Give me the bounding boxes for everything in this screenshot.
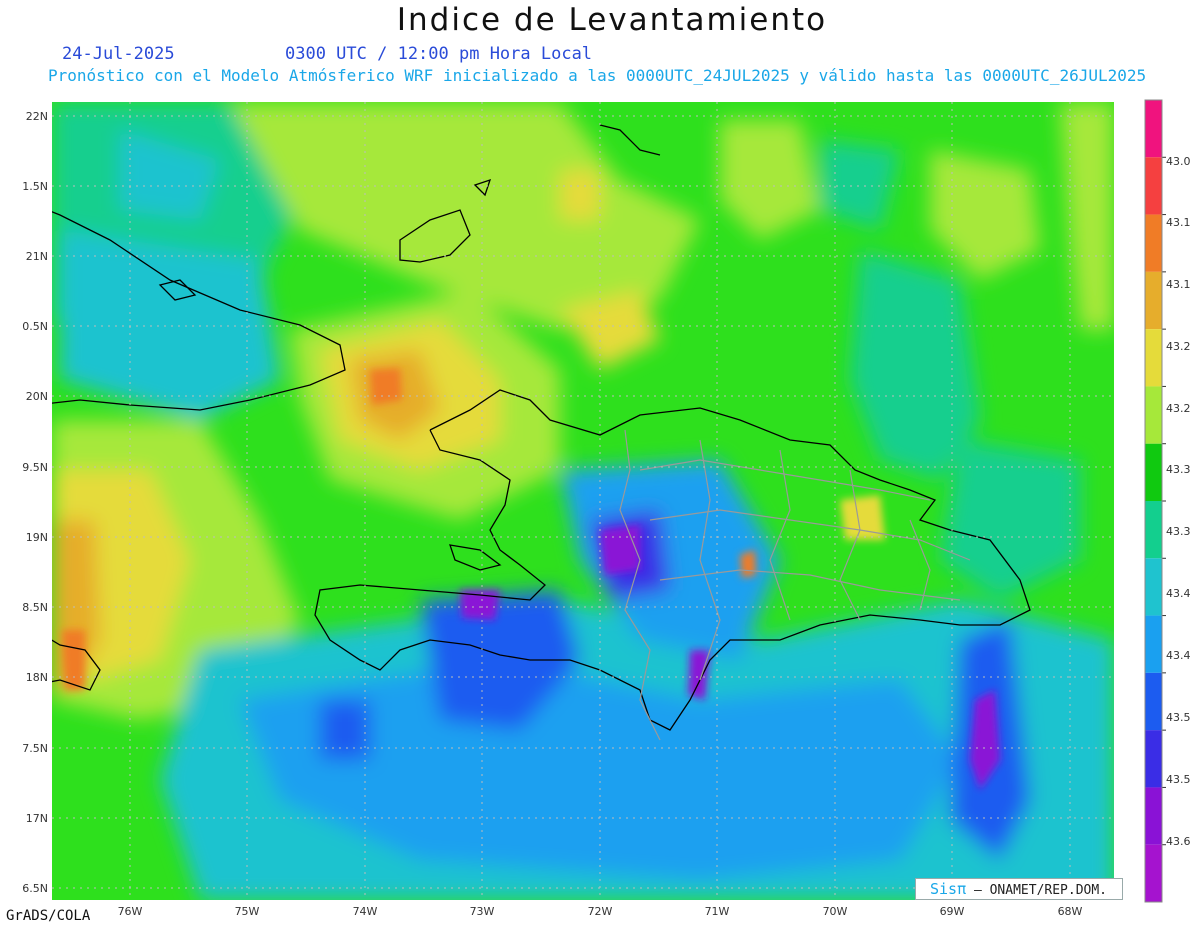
colorbar-swatch (1145, 787, 1162, 845)
colorbar-label: 43.2 (1166, 340, 1191, 353)
colorbar-swatch (1145, 329, 1162, 387)
colorbar-swatch (1145, 730, 1162, 788)
lifted-index-map: 22N 1.5N 21N 0.5N 20N 9.5N 19N 8.5N 18N … (22, 99, 1191, 915)
colorbar-swatch (1145, 271, 1162, 330)
lat-label: 22N (26, 110, 48, 123)
colorbar-label: 43.0 (1166, 155, 1191, 168)
colorbar-label: 43.3 (1166, 463, 1191, 476)
colorbar-label: 43.4 (1166, 649, 1191, 662)
forecast-time: 0300 UTC / 12:00 pm Hora Local (285, 44, 593, 64)
forecast-date: 24-Jul-2025 (62, 44, 175, 64)
colorbar-swatch (1145, 100, 1162, 158)
lon-label: 69W (940, 905, 965, 915)
lon-label: 70W (823, 905, 848, 915)
colorbar-swatch (1145, 672, 1162, 731)
colorbar-label: 43.5 (1166, 711, 1191, 724)
colorbar-swatch (1145, 386, 1162, 444)
colorbar: 43.0 43.1 43.1 43.2 43.2 43.3 43.3 43.4 … (1144, 99, 1191, 903)
lon-label: 73W (470, 905, 495, 915)
colorbar-swatch (1145, 558, 1162, 616)
lat-label: 0.5N (22, 320, 48, 333)
lat-label: 7.5N (22, 742, 48, 755)
lon-label: 71W (705, 905, 730, 915)
colorbar-label: 43.3 (1166, 525, 1191, 538)
grads-credit: GrADS/COLA (6, 908, 91, 924)
lat-label: 1.5N (22, 180, 48, 193)
lat-labels: 22N 1.5N 21N 0.5N 20N 9.5N 19N 8.5N 18N … (22, 110, 48, 895)
lat-label: 20N (26, 390, 48, 403)
lat-label: 6.5N (22, 882, 48, 895)
colorbar-label: 43.1 (1166, 278, 1191, 291)
logo-sis: Sisπ (930, 880, 967, 898)
colorbar-label: 43.4 (1166, 587, 1191, 600)
lon-label: 74W (353, 905, 378, 915)
colorbar-label: 43.6 (1166, 835, 1191, 848)
lat-label: 21N (26, 250, 48, 263)
lat-label: 8.5N (22, 601, 48, 614)
map-title: Indice de Levantamiento (396, 2, 828, 38)
logo-text: – ONAMET/REP.DOM. (966, 883, 1108, 898)
colorbar-swatch (1145, 157, 1162, 215)
lon-label: 75W (235, 905, 260, 915)
lon-label: 68W (1058, 905, 1083, 915)
forecast-description: Pronóstico con el Modelo Atmósferico WRF… (48, 66, 1147, 85)
onamet-logo: Sisπ – ONAMET/REP.DOM. (915, 878, 1123, 900)
colorbar-swatch (1145, 501, 1162, 559)
lon-labels: 76W 75W 74W 73W 72W 71W 70W 69W 68W (118, 905, 1083, 915)
lon-label: 72W (588, 905, 613, 915)
lon-label: 76W (118, 905, 143, 915)
lat-label: 18N (26, 671, 48, 684)
colorbar-swatch (1145, 443, 1162, 501)
lat-label: 19N (26, 531, 48, 544)
colorbar-swatch (1145, 214, 1162, 272)
field-layer (52, 102, 1114, 900)
lat-label: 9.5N (22, 461, 48, 474)
colorbar-label: 43.5 (1166, 773, 1191, 786)
colorbar-swatch (1145, 615, 1162, 673)
colorbar-swatch (1145, 844, 1162, 902)
colorbar-label: 43.1 (1166, 216, 1191, 229)
colorbar-label: 43.2 (1166, 402, 1191, 415)
lat-label: 17N (26, 812, 48, 825)
